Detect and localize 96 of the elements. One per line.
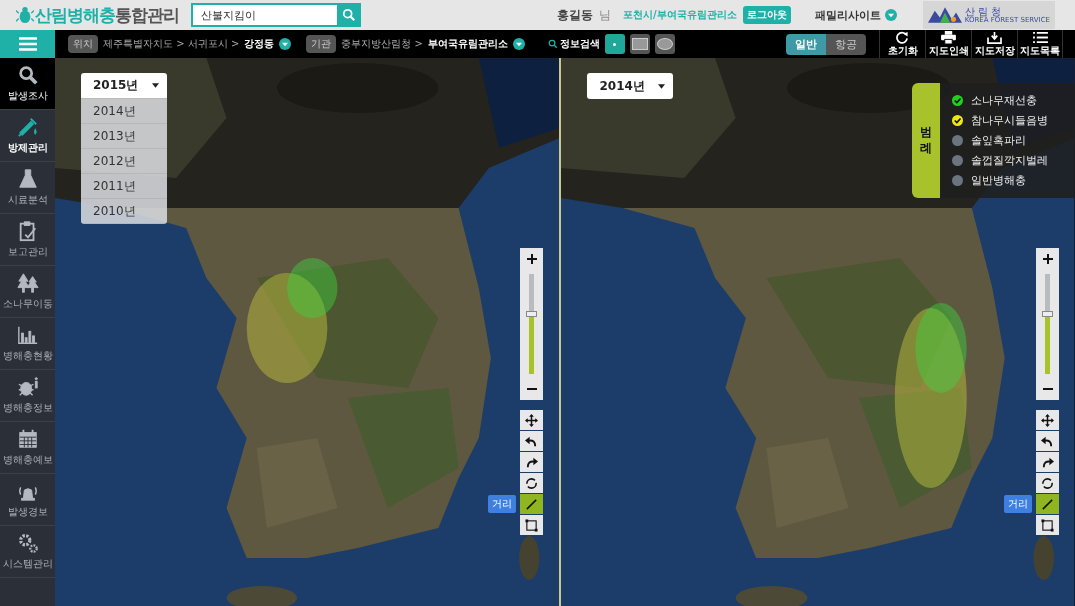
undo-icon xyxy=(525,434,539,448)
move-icon xyxy=(1041,413,1054,427)
shape-select-button[interactable] xyxy=(629,34,650,54)
year-option[interactable]: 2010년 xyxy=(81,199,167,224)
download-icon xyxy=(987,30,1002,44)
flask-icon xyxy=(16,168,39,190)
search-button[interactable] xyxy=(337,3,361,27)
shape-select-button[interactable] xyxy=(654,34,675,54)
map-tool-button[interactable] xyxy=(520,431,544,451)
refresh-icon xyxy=(895,30,910,44)
list-icon xyxy=(1032,30,1048,44)
map-tool-button[interactable] xyxy=(1036,410,1059,430)
dropdown-icon[interactable] xyxy=(512,38,525,50)
search-field[interactable]: 산불지킴이 xyxy=(191,3,337,27)
map-tool-button[interactable] xyxy=(520,515,544,535)
filter-label: 위치 xyxy=(68,35,98,53)
year-option[interactable]: 2011년 xyxy=(81,174,167,199)
zoom-slider[interactable] xyxy=(1045,274,1050,374)
square-icon xyxy=(1041,518,1054,532)
map-tool-button[interactable] xyxy=(520,410,544,430)
redo-icon xyxy=(1041,455,1054,469)
map-tool-button[interactable] xyxy=(520,452,544,472)
legend-label: 솔잎혹파리 xyxy=(971,133,1026,148)
caret-icon xyxy=(658,83,666,89)
map-tool-button[interactable] xyxy=(1036,515,1059,535)
year-option[interactable]: 2013년 xyxy=(81,124,167,149)
tooltip: 거리 xyxy=(1004,495,1032,513)
breadcrumb-current: 부여국유림관리소 xyxy=(427,37,508,51)
syringe-icon xyxy=(16,116,39,138)
line-icon xyxy=(525,497,539,511)
legend-label: 참나무시들음병 xyxy=(971,113,1048,128)
legend-dot-icon[interactable] xyxy=(952,135,963,146)
dropdown-icon[interactable] xyxy=(279,38,292,50)
family-site-dropdown[interactable]: 패밀리사이트 xyxy=(814,7,897,23)
user-name: 홍길동 xyxy=(557,6,594,24)
map-type-tab[interactable]: 항공 xyxy=(826,33,866,55)
filter-label: 기관 xyxy=(306,35,337,53)
map-tool-button[interactable] xyxy=(520,473,544,493)
printer-icon xyxy=(941,30,956,44)
map-tool-button[interactable]: 지도저장 xyxy=(971,30,1017,58)
menu-icon xyxy=(18,37,37,51)
year-dropdown[interactable]: 2014년 xyxy=(587,73,674,99)
mountain-icon xyxy=(927,5,962,25)
year-dropdown[interactable]: 2015년 xyxy=(81,73,167,99)
user-suffix: 님 xyxy=(599,6,612,24)
undo-icon xyxy=(1041,434,1054,448)
trees-icon xyxy=(16,272,39,294)
zoom-slider[interactable] xyxy=(529,274,535,374)
caret-icon xyxy=(152,83,159,88)
line-icon xyxy=(1041,497,1054,511)
map-tool-button[interactable] xyxy=(1036,452,1059,472)
map-tool-button[interactable]: 지도인쇄 xyxy=(925,30,971,58)
bug-icon xyxy=(16,376,39,398)
check-dot-icon[interactable] xyxy=(952,95,963,106)
dropdown-icon xyxy=(884,9,897,21)
tooltip: 거리 xyxy=(488,495,517,513)
check-dot-icon[interactable] xyxy=(952,115,963,126)
year-option[interactable]: 2014년 xyxy=(81,99,167,124)
search-icon xyxy=(547,39,558,49)
breadcrumb-path: 중부지방산림청 > xyxy=(341,37,423,51)
search-icon xyxy=(16,64,39,86)
square-icon xyxy=(525,518,539,532)
map-tool-button[interactable]: 지도목록 xyxy=(1017,30,1063,58)
legend-dot-icon[interactable] xyxy=(952,155,963,166)
breadcrumb-current: 강정동 xyxy=(244,37,275,51)
legend-title[interactable]: 범례 xyxy=(912,83,940,198)
breadcrumb-path: 제주특별자치도 > 서귀포시 > xyxy=(103,37,240,51)
menu-button[interactable] xyxy=(0,30,55,58)
user-organization: 포천시/부여국유림관리소 xyxy=(623,8,737,22)
calendar-icon xyxy=(16,428,39,450)
bar-chart-icon xyxy=(16,324,39,346)
map-tool-button[interactable] xyxy=(1036,431,1059,451)
legend-dot-icon[interactable] xyxy=(952,175,963,186)
ellipse-icon xyxy=(656,38,673,50)
refresh-icon xyxy=(525,476,539,490)
move-icon xyxy=(525,413,539,427)
plus-icon xyxy=(527,254,537,264)
refresh-icon xyxy=(1041,476,1054,490)
search-icon xyxy=(342,8,356,22)
sidebar-item[interactable]: 발생조사 xyxy=(0,58,55,110)
rectangle-icon xyxy=(631,38,648,50)
plus-icon xyxy=(1042,254,1053,264)
shape-select-button[interactable] xyxy=(604,34,625,54)
year-option[interactable]: 2012년 xyxy=(81,149,167,174)
dot-icon xyxy=(613,42,617,46)
gears-icon xyxy=(16,532,39,554)
redo-icon xyxy=(525,455,539,469)
map-tool-button[interactable] xyxy=(1036,473,1059,493)
beetle-logo-icon xyxy=(16,6,34,24)
slider-thumb[interactable] xyxy=(1042,311,1053,317)
legend-label: 소나무재선충 xyxy=(971,93,1037,108)
app-title: 산림병해충통합관리 xyxy=(35,3,179,27)
slider-thumb[interactable] xyxy=(526,311,538,317)
legend-label: 솔껍질깍지벌레 xyxy=(971,153,1048,168)
legend-label: 일반병해충 xyxy=(971,173,1026,188)
info-search-label: 정보검색 xyxy=(559,37,600,51)
